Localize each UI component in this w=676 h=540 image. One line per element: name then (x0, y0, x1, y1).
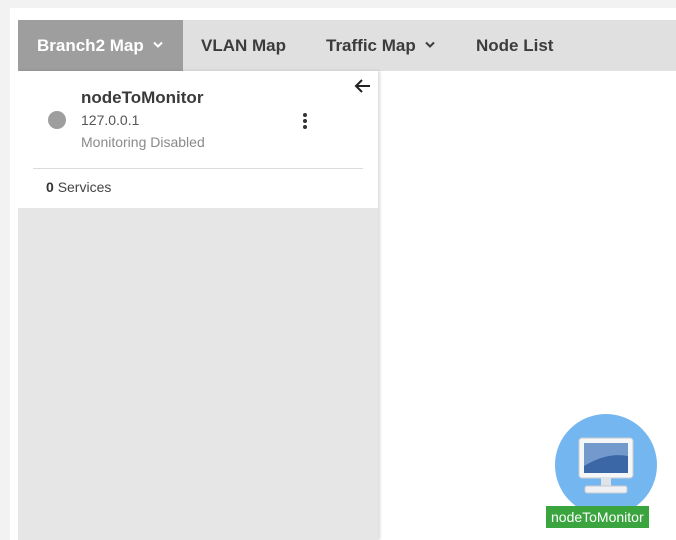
tab-label: Traffic Map (326, 35, 416, 55)
node-name[interactable]: nodeToMonitor (81, 88, 203, 108)
tab-traffic-map[interactable]: Traffic Map (326, 20, 456, 71)
app-frame: Branch2 Map VLAN Map Traffic Map Node Li… (10, 8, 676, 540)
arrow-left-icon[interactable] (353, 76, 373, 96)
tab-label: Node List (476, 35, 554, 55)
tab-bar: Branch2 Map VLAN Map Traffic Map Node Li… (18, 20, 676, 71)
node-ip-address: 127.0.0.1 (81, 112, 140, 128)
map-node-circle[interactable] (555, 414, 657, 516)
status-indicator (48, 111, 66, 129)
services-label: Services (57, 179, 112, 195)
chevron-down-icon (425, 41, 435, 50)
services-count[interactable]: 0 Services (46, 179, 111, 195)
node-status-text: Monitoring Disabled (81, 134, 205, 150)
services-number: 0 (46, 179, 54, 195)
kebab-menu-icon[interactable] (299, 112, 311, 132)
tab-node-list[interactable]: Node List (476, 20, 576, 71)
node-sidebar: nodeToMonitor 127.0.0.1 Monitoring Disab… (18, 71, 378, 540)
tab-branch2-map[interactable]: Branch2 Map (18, 20, 183, 71)
computer-monitor-icon (578, 437, 634, 494)
tab-label: VLAN Map (201, 35, 286, 55)
chevron-down-icon (153, 41, 163, 50)
divider (33, 168, 363, 169)
node-card: nodeToMonitor 127.0.0.1 Monitoring Disab… (18, 71, 378, 208)
tab-label: Branch2 Map (37, 35, 144, 55)
map-node-label: nodeToMonitor (546, 506, 649, 528)
tab-vlan-map[interactable]: VLAN Map (201, 20, 311, 71)
